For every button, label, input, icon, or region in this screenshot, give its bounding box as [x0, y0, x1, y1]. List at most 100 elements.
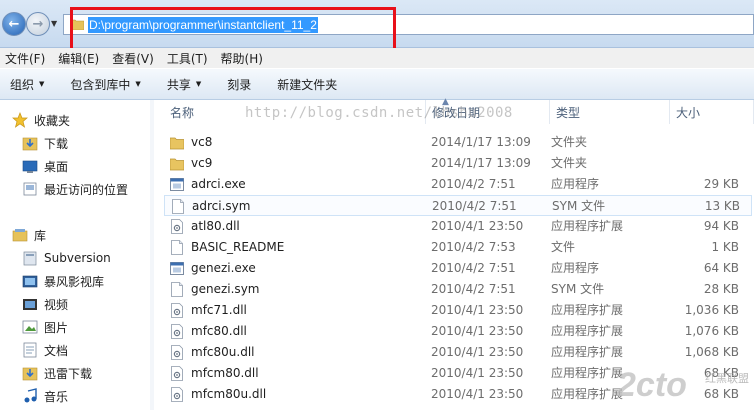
file-size: 29 KB	[703, 177, 739, 191]
nav-libraries-label: 库	[34, 228, 47, 243]
file-row[interactable]: genezi.sym 2010/4/2 7:51 SYM 文件 28 KB	[164, 279, 752, 300]
column-header-type[interactable]: 类型	[550, 100, 670, 124]
file-row[interactable]: vc9 2014/1/17 13:09 文件夹	[164, 153, 752, 174]
nav-recent[interactable]: 最近访问的位置	[22, 179, 128, 199]
file-name: genezi.exe	[191, 261, 256, 275]
library-icon	[12, 229, 28, 242]
menu-edit[interactable]: 编辑(E)	[58, 50, 99, 67]
folder-icon	[170, 137, 184, 150]
back-arrow-icon[interactable]: ←	[2, 12, 26, 36]
nav-video-player[interactable]: 暴风影视库	[22, 271, 104, 291]
nav-desktop[interactable]: 桌面	[22, 156, 68, 176]
menu-tools[interactable]: 工具(T)	[167, 50, 208, 67]
pictures-icon	[22, 320, 38, 334]
command-toolbar: 组织 ▼ 包含到库中 ▼ 共享 ▼ 刻录 新建文件夹	[0, 68, 754, 100]
dll-icon	[171, 366, 183, 381]
file-name: adrci.exe	[191, 177, 246, 191]
nav-desktop-label: 桌面	[44, 159, 69, 174]
nav-thunder-label: 迅雷下载	[44, 366, 93, 381]
folder-icon	[170, 158, 184, 171]
file-row[interactable]: BASIC_README 2010/4/2 7:53 文件 1 KB	[164, 237, 752, 258]
file-row[interactable]: mfc80.dll 2010/4/1 23:50 应用程序扩展 1,076 KB	[164, 321, 752, 342]
site-logo-watermark: 2cto	[617, 366, 687, 404]
file-row[interactable]: mfc80u.dll 2010/4/1 23:50 应用程序扩展 1,068 KB	[164, 342, 752, 363]
file-size: 28 KB	[703, 282, 739, 296]
dll-icon	[171, 387, 183, 402]
nav-pictures[interactable]: 图片	[22, 317, 68, 337]
dll-icon	[171, 324, 183, 339]
organize-button[interactable]: 组织 ▼	[10, 76, 44, 93]
star-icon	[12, 112, 28, 128]
menu-help[interactable]: 帮助(H)	[221, 50, 263, 67]
burn-button[interactable]: 刻录	[227, 76, 251, 93]
file-type: SYM 文件	[551, 282, 605, 296]
nav-video-player-label: 暴风影视库	[44, 274, 105, 289]
file-size	[654, 153, 739, 174]
nav-documents[interactable]: 文档	[22, 340, 68, 360]
dll-icon	[171, 345, 183, 360]
file-row[interactable]: adrci.exe 2010/4/2 7:51 应用程序 29 KB	[164, 174, 752, 195]
nav-favorites-label: 收藏夹	[34, 113, 71, 128]
chevron-down-icon: ▼	[195, 80, 202, 88]
file-row[interactable]: adrci.sym 2010/4/2 7:51 SYM 文件 13 KB	[164, 195, 752, 216]
downloads-folder-icon	[22, 137, 38, 151]
nav-videos[interactable]: 视频	[22, 294, 68, 314]
share-button[interactable]: 共享 ▼	[167, 76, 201, 93]
menu-file[interactable]: 文件(F)	[5, 50, 45, 67]
file-date: 2010/4/2 7:53	[431, 240, 516, 254]
file-row[interactable]: atl80.dll 2010/4/1 23:50 应用程序扩展 94 KB	[164, 216, 752, 237]
file-name: mfc80.dll	[191, 324, 247, 338]
include-in-library-label: 包含到库中	[70, 77, 131, 92]
site-logo-subtitle: 红黑联盟	[705, 372, 749, 385]
chevron-down-icon: ▼	[39, 80, 45, 88]
nav-pictures-label: 图片	[44, 320, 69, 335]
file-type: 应用程序扩展	[551, 387, 624, 401]
dll-icon	[171, 303, 183, 318]
nav-subversion-label: Subversion	[44, 251, 111, 265]
file-type: 应用程序扩展	[551, 303, 624, 317]
file-name: atl80.dll	[191, 219, 240, 233]
file-type: 应用程序	[551, 177, 600, 191]
nav-videos-label: 视频	[44, 297, 69, 312]
file-name: vc9	[191, 156, 213, 170]
file-name: adrci.sym	[192, 199, 251, 213]
file-type: 应用程序扩展	[551, 324, 624, 338]
recent-places-icon	[23, 182, 37, 196]
recent-pages-dropdown-icon[interactable]: ▼	[51, 19, 57, 28]
file-row[interactable]: genezi.exe 2010/4/2 7:51 应用程序 64 KB	[164, 258, 752, 279]
file-row[interactable]: vc8 2014/1/17 13:09 文件夹	[164, 132, 752, 153]
file-date: 2010/4/2 7:51	[431, 282, 516, 296]
file-type: 应用程序	[551, 261, 600, 275]
nav-favorites[interactable]: 收藏夹	[12, 110, 70, 130]
menu-view[interactable]: 查看(V)	[112, 50, 154, 67]
file-date: 2010/4/1 23:50	[431, 303, 524, 317]
forward-arrow-icon[interactable]: →	[26, 12, 50, 36]
file-name: mfcm80u.dll	[191, 387, 267, 401]
nav-libraries[interactable]: 库	[12, 225, 46, 245]
subversion-library-icon	[23, 251, 37, 266]
menu-bar: 文件(F) 编辑(E) 查看(V) 工具(T) 帮助(H)	[0, 48, 754, 68]
organize-label: 组织	[10, 77, 35, 92]
video-library-icon	[22, 275, 38, 288]
file-date: 2010/4/1 23:50	[431, 219, 524, 233]
exe-icon	[170, 178, 184, 191]
nav-downloads[interactable]: 下载	[22, 133, 68, 153]
column-header-size[interactable]: 大小	[670, 100, 754, 124]
include-in-library-button[interactable]: 包含到库中 ▼	[70, 76, 140, 93]
exe-icon	[170, 262, 184, 275]
chevron-down-icon: ▼	[135, 80, 141, 88]
file-name: mfcm80.dll	[191, 366, 259, 380]
file-row[interactable]: mfc71.dll 2010/4/1 23:50 应用程序扩展 1,036 KB	[164, 300, 752, 321]
nav-subversion[interactable]: Subversion	[22, 248, 111, 268]
nav-thunder[interactable]: 迅雷下载	[22, 363, 92, 383]
red-highlight-annotation	[70, 7, 396, 51]
file-type: 文件夹	[551, 135, 588, 149]
music-icon	[24, 388, 37, 403]
file-size: 1 KB	[711, 240, 739, 254]
new-folder-button[interactable]: 新建文件夹	[277, 76, 337, 93]
file-type: 应用程序扩展	[551, 345, 624, 359]
nav-music[interactable]: 音乐	[22, 386, 68, 406]
file-name: genezi.sym	[191, 282, 260, 296]
thunder-download-icon	[22, 367, 38, 381]
documents-icon	[23, 342, 37, 358]
